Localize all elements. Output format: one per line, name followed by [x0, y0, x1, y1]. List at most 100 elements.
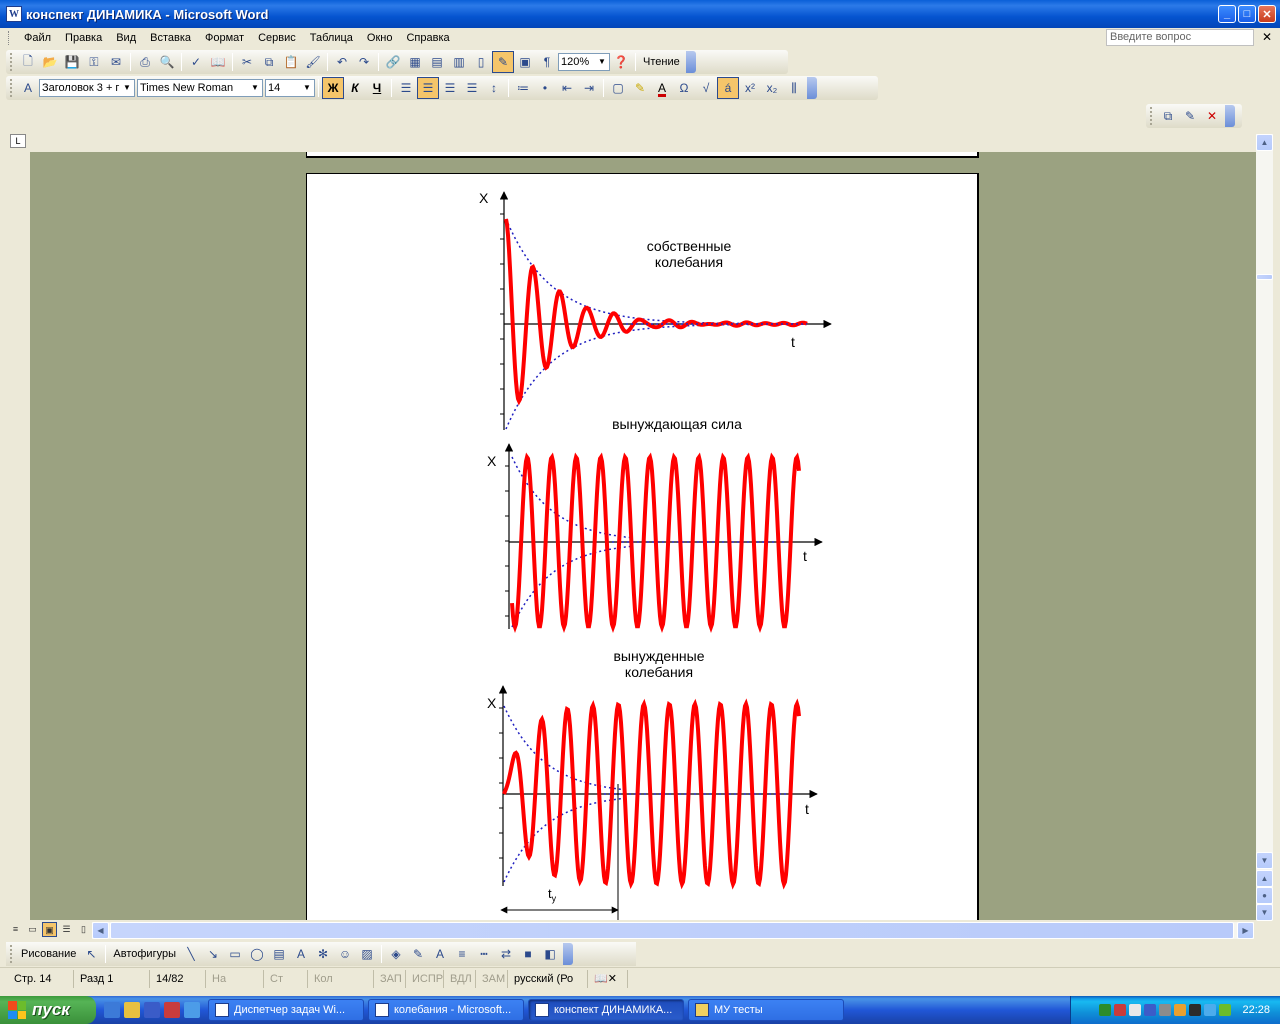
document-map-icon[interactable]: ▣ [514, 51, 536, 73]
show-desktop-icon[interactable] [104, 1002, 120, 1018]
menu-tools[interactable]: Сервис [251, 29, 303, 47]
vertical-scrollbar[interactable]: ▲ ▼ ▲ ● ▼ [1256, 134, 1273, 921]
hyperlink-icon[interactable]: 🔗 [382, 51, 404, 73]
scroll-down-icon[interactable]: ▼ [1256, 852, 1273, 869]
menu-grip[interactable] [8, 31, 11, 45]
menu-insert[interactable]: Вставка [143, 29, 198, 47]
minimize-button[interactable]: _ [1218, 5, 1236, 23]
dash-style-icon[interactable]: ┅ [473, 943, 495, 965]
task-task-manager[interactable]: Диспетчер задач Wi... [208, 999, 364, 1021]
insert-excel-icon[interactable]: ▥ [448, 51, 470, 73]
spelling-status-icon[interactable]: 📖✕ [588, 969, 628, 988]
ask-question-input[interactable]: Введите вопрос [1106, 29, 1254, 46]
undo-icon[interactable]: ↶ [331, 51, 353, 73]
status-ext[interactable]: ВДЛ [444, 969, 476, 988]
line-spacing-icon[interactable]: ↕ [483, 77, 505, 99]
superscript-icon[interactable]: x² [739, 77, 761, 99]
columns-icon[interactable]: ▯ [470, 51, 492, 73]
next-page-icon[interactable]: ▼ [1256, 904, 1273, 921]
numbering-icon[interactable]: ≔ [512, 77, 534, 99]
chevron-down-icon[interactable]: ▼ [121, 81, 133, 95]
research-icon[interactable]: 📖 [207, 51, 229, 73]
rectangle-icon[interactable]: ▭ [224, 943, 246, 965]
menu-edit[interactable]: Правка [58, 29, 109, 47]
toolbar-grip[interactable] [10, 53, 13, 71]
equation-icon[interactable]: √ [695, 77, 717, 99]
tray-icon[interactable] [1159, 1004, 1172, 1016]
tray-icon[interactable] [1114, 1004, 1127, 1016]
picture-icon[interactable]: ▨ [356, 943, 378, 965]
permission-icon[interactable]: ⚿ [83, 51, 105, 73]
tray-icon[interactable] [1174, 1004, 1187, 1016]
shadow-icon[interactable]: ■ [517, 943, 539, 965]
oval-icon[interactable]: ◯ [246, 943, 268, 965]
outline-view-icon[interactable]: ☰ [59, 922, 74, 937]
subscript-icon[interactable]: x₂ [761, 77, 783, 99]
tab-selector[interactable]: L [10, 134, 26, 148]
italic-button[interactable]: К [344, 77, 366, 99]
select-objects-icon[interactable]: ↖ [80, 943, 102, 965]
track-icon[interactable]: ✎ [1179, 105, 1201, 127]
styles-icon[interactable]: A [17, 77, 39, 99]
toolbar-options-icon[interactable] [807, 77, 817, 99]
menu-window[interactable]: Окно [360, 29, 400, 47]
drawing-icon[interactable]: ✎ [492, 51, 514, 73]
bullets-icon[interactable]: • [534, 77, 556, 99]
chevron-down-icon[interactable]: ▼ [249, 81, 261, 95]
compare-icon[interactable]: ⧉ [1157, 105, 1179, 127]
bold-button[interactable]: Ж [322, 77, 344, 99]
line-icon[interactable]: ╲ [180, 943, 202, 965]
paste-icon[interactable]: 📋 [280, 51, 302, 73]
font-color-icon[interactable]: A [651, 77, 673, 99]
menu-format[interactable]: Формат [198, 29, 251, 47]
maximize-button[interactable]: □ [1238, 5, 1256, 23]
word-quick-icon[interactable] [144, 1002, 160, 1018]
3d-icon[interactable]: ◧ [539, 943, 561, 965]
menu-file[interactable]: Файл [17, 29, 58, 47]
status-trk[interactable]: ИСПР [406, 969, 444, 988]
arrow-icon[interactable]: ↘ [202, 943, 224, 965]
horizontal-scrollbar[interactable]: ◀ ▶ [92, 922, 1254, 939]
copy-icon[interactable]: ⧉ [258, 51, 280, 73]
web-view-icon[interactable]: ▭ [25, 922, 40, 937]
toolbar-options-icon[interactable] [685, 51, 696, 73]
browse-object-icon[interactable]: ● [1256, 887, 1273, 904]
chevron-down-icon[interactable]: ▼ [596, 55, 608, 69]
justify-icon[interactable]: ☰ [461, 77, 483, 99]
wordart-icon[interactable]: A [290, 943, 312, 965]
insert-table-icon[interactable]: ▤ [426, 51, 448, 73]
align-right-icon[interactable]: ☰ [439, 77, 461, 99]
scroll-up-icon[interactable]: ▲ [1256, 134, 1273, 151]
decrease-indent-icon[interactable]: ⇤ [556, 77, 578, 99]
show-hide-icon[interactable]: ¶ [536, 51, 558, 73]
scroll-right-icon[interactable]: ▶ [1237, 922, 1254, 939]
tables-borders-icon[interactable]: ▦ [404, 51, 426, 73]
access-icon[interactable] [164, 1002, 180, 1018]
horizontal-scroll-thumb[interactable] [110, 922, 1234, 939]
cut-icon[interactable]: ✂ [236, 51, 258, 73]
menu-view[interactable]: Вид [109, 29, 143, 47]
email-icon[interactable]: ✉ [105, 51, 127, 73]
spelling-icon[interactable]: ✓ [185, 51, 207, 73]
prev-page-icon[interactable]: ▲ [1256, 870, 1273, 887]
arrow-style-icon[interactable]: ⇄ [495, 943, 517, 965]
status-rec[interactable]: ЗАП [374, 969, 406, 988]
align-left-icon[interactable]: ☰ [395, 77, 417, 99]
tray-icon[interactable] [1189, 1004, 1202, 1016]
chevron-down-icon[interactable]: ▼ [301, 81, 313, 95]
zoom-select[interactable]: 120% ▼ [558, 53, 610, 71]
line-color-icon[interactable]: ✎ [407, 943, 429, 965]
menu-table[interactable]: Таблица [303, 29, 360, 47]
menu-help[interactable]: Справка [399, 29, 456, 47]
print-layout-icon[interactable]: ▣ [42, 922, 57, 937]
save-icon[interactable]: 💾 [61, 51, 83, 73]
reading-button[interactable]: Чтение [639, 56, 684, 68]
toolbar-grip[interactable] [1150, 107, 1153, 125]
case-icon[interactable]: á [717, 77, 739, 99]
document-page[interactable]: X собственные колебания t вынуждающая си… [306, 173, 979, 920]
toolbar-options-icon[interactable] [1225, 105, 1235, 127]
tray-icon[interactable] [1129, 1004, 1142, 1016]
task-kolebaniya[interactable]: колебания - Microsoft... [368, 999, 524, 1021]
toolbar-grip[interactable] [10, 79, 13, 97]
normal-view-icon[interactable]: ≡ [8, 922, 23, 937]
